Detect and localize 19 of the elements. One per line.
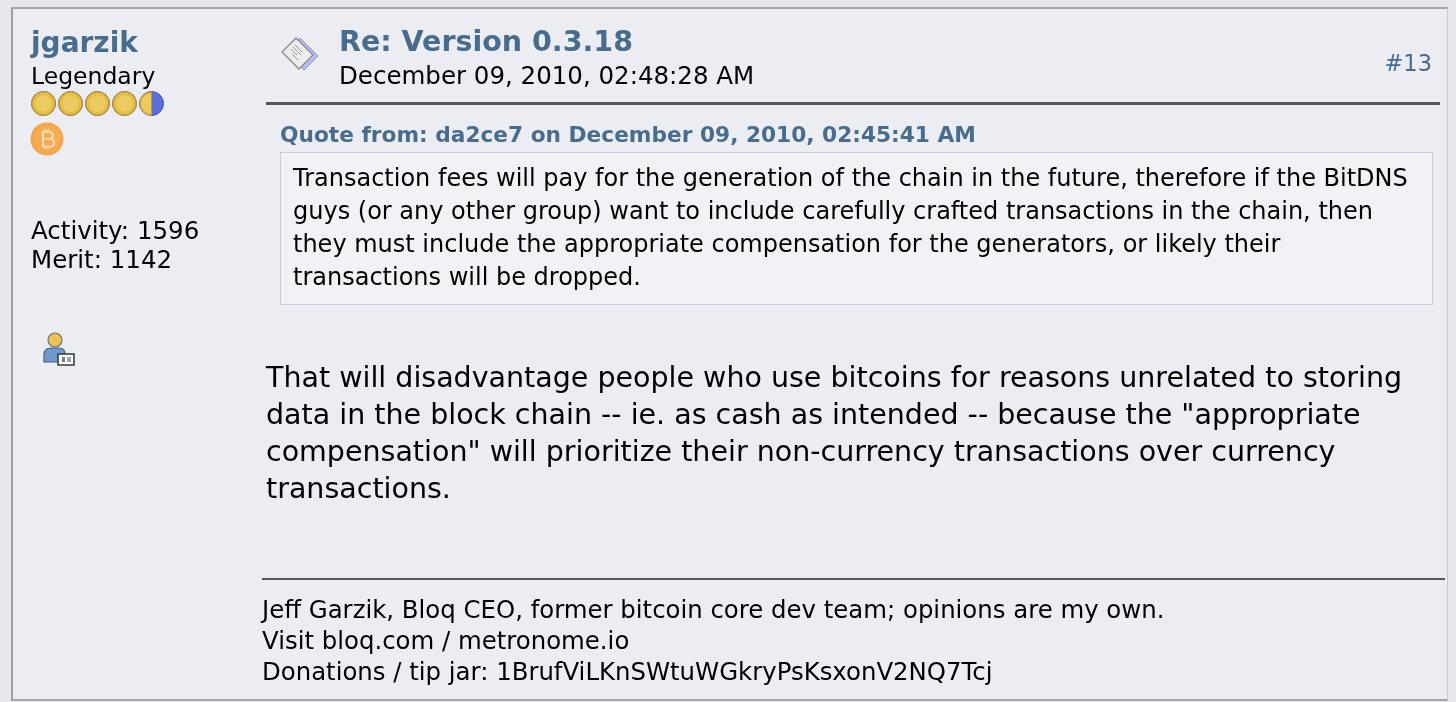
bitcoin-coin-icon — [30, 122, 64, 156]
quote-text: Transaction fees will pay for the generation of the chain in the future, therefore if the BitDNS guys (or any other group) want to include carefully crafted transactions in the chain, then they must include the appropriate compensation for the generators, or likely their transactions will be dropped. — [293, 162, 1409, 293]
profile-stat: Merit: 1142 — [31, 245, 174, 274]
post-body-text: That will disadvantage people who use bitcoins for reasons unrelated to storing data in the block chain -- ie. as cash as intended -- because the "appropriate compensation" will prioritize their non-currency transactions over currency transactions. — [266, 360, 1404, 507]
star-coin-icon — [57, 91, 84, 116]
signature-line: Jeff Garzik, Bloq CEO, former bitcoin core dev team; opinions are my own. — [262, 594, 1165, 625]
star-coin-icon — [138, 91, 165, 116]
user-card-icon[interactable] — [43, 332, 75, 366]
post-title-link[interactable]: Re: Version 0.3.18 — [339, 26, 633, 58]
signature-line: Donations / tip jar: 1BrufViLKnSWtuWGkryPsKsxonV2NQ7Tcj — [262, 656, 994, 687]
username-link[interactable]: jgarzik — [31, 28, 138, 58]
quote-header-link[interactable]: Quote from: da2ce7 on December 09, 2010, 02:45:41 AM — [280, 122, 976, 147]
profile-stat: Activity: 1596 — [31, 216, 200, 245]
star-coin-icon — [30, 91, 57, 116]
rank-title: Legendary — [31, 63, 156, 89]
signature-line: Visit bloq.com / metronome.io — [262, 625, 631, 656]
post-date: December 09, 2010, 02:48:28 AM — [339, 62, 755, 89]
star-coin-icon — [84, 91, 111, 116]
post-number-link[interactable]: #13 — [1384, 49, 1432, 76]
